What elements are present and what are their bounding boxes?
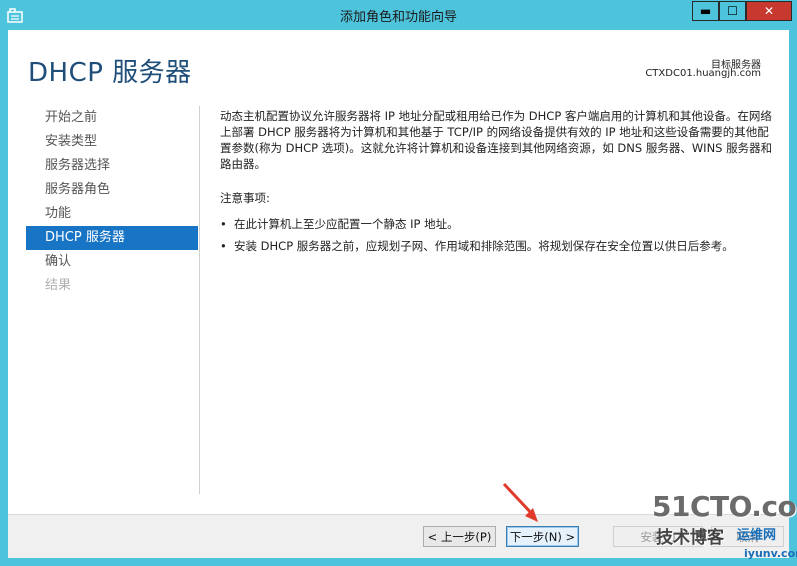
list-item: 安装 DHCP 服务器之前，应规划子网、作用域和排除范围。将规划保存在安全位置以…	[220, 238, 776, 254]
next-button[interactable]: 下一步(N) >	[506, 526, 579, 547]
notes-title: 注意事项:	[220, 191, 270, 205]
nav-item-results: 结果	[45, 278, 72, 293]
red-arrow-icon	[502, 482, 538, 522]
maximize-button[interactable]: ☐	[719, 1, 746, 21]
nav-divider	[199, 106, 200, 494]
previous-button[interactable]: < 上一步(P)	[423, 526, 496, 547]
wizard-window: DHCP 服务器 目标服务器 CTXDC01.huangjh.com 开始之前 …	[8, 30, 789, 558]
nav-item-installation-type[interactable]: 安装类型	[26, 130, 198, 154]
minimize-icon: ▬	[699, 4, 712, 18]
wizard-nav: 开始之前 安装类型 服务器选择 服务器角色 功能 DHCP 服务器 确认 结果	[26, 106, 198, 298]
content-panel: 动态主机配置协议允许服务器将 IP 地址分配或租用给已作为 DHCP 客户端启用…	[220, 108, 776, 260]
nav-item-server-roles[interactable]: 服务器角色	[26, 178, 198, 202]
notes-list: 在此计算机上至少应配置一个静态 IP 地址。 安装 DHCP 服务器之前，应规划…	[220, 216, 776, 254]
window-title: 添加角色和功能向导	[339, 10, 457, 25]
target-server-value: CTXDC01.huangjh.com	[645, 68, 761, 79]
minimize-button[interactable]: ▬	[692, 1, 719, 21]
watermark-yunwei: 运维网	[737, 528, 777, 543]
nav-item-before-you-begin[interactable]: 开始之前	[26, 106, 198, 130]
watermark-51cto: 51CTO.com	[652, 490, 797, 523]
nav-item-dhcp-server[interactable]: DHCP 服务器	[26, 226, 198, 250]
nav-item-features[interactable]: 功能	[26, 202, 198, 226]
page-title: DHCP 服务器	[28, 58, 192, 88]
watermark-iyunv: iyunv.com	[744, 547, 797, 560]
list-item: 在此计算机上至少应配置一个静态 IP 地址。	[220, 216, 776, 232]
nav-item-confirmation[interactable]: 确认	[26, 250, 198, 274]
intro-text: 动态主机配置协议允许服务器将 IP 地址分配或租用给已作为 DHCP 客户端启用…	[220, 109, 773, 171]
watermark-tech-blog: 技术博客	[656, 528, 724, 548]
maximize-icon: ☐	[727, 4, 738, 18]
nav-item-server-selection[interactable]: 服务器选择	[26, 154, 198, 178]
title-bar: 添加角色和功能向导 ▬ ☐ ✕	[0, 0, 797, 30]
close-icon: ✕	[763, 4, 775, 18]
close-button[interactable]: ✕	[746, 1, 792, 21]
